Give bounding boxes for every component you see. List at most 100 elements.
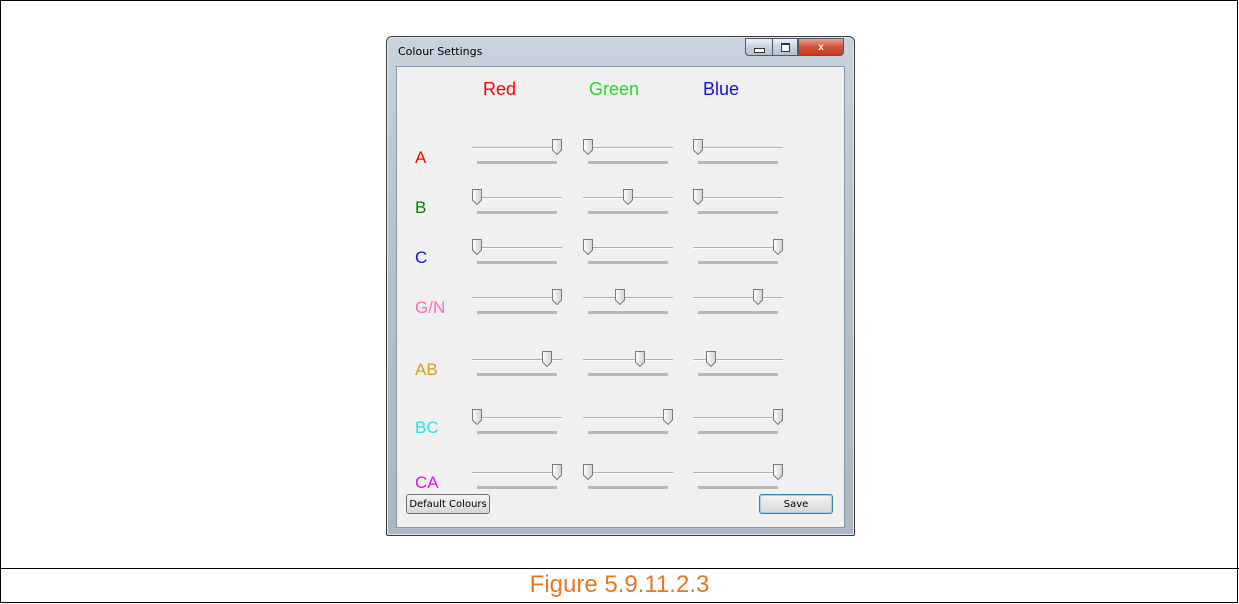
- slider-thumb[interactable]: [552, 289, 562, 306]
- slider-c-green[interactable]: [583, 239, 673, 265]
- slider-tick-bar: [698, 161, 778, 164]
- slider-ca-green[interactable]: [583, 464, 673, 490]
- dialog-client-area: Red Green Blue A B C G/N AB BC CA Default Colour…: [396, 66, 845, 528]
- slider-track: [693, 417, 783, 419]
- slider-a-blue[interactable]: [693, 139, 783, 165]
- slider-tick-bar: [698, 373, 778, 376]
- slider-track: [693, 147, 783, 149]
- slider-thumb[interactable]: [663, 409, 673, 426]
- slider-c-red[interactable]: [472, 239, 562, 265]
- default-colours-button[interactable]: Default Colours: [406, 494, 490, 514]
- slider-thumb[interactable]: [472, 239, 482, 256]
- slider-ab-blue[interactable]: [693, 351, 783, 377]
- slider-track: [583, 297, 673, 299]
- slider-thumb[interactable]: [583, 139, 593, 156]
- slider-thumb[interactable]: [773, 239, 783, 256]
- slider-a-red[interactable]: [472, 139, 562, 165]
- slider-track: [583, 359, 673, 361]
- slider-track: [693, 247, 783, 249]
- slider-ca-blue[interactable]: [693, 464, 783, 490]
- slider-bc-green[interactable]: [583, 409, 673, 435]
- slider-thumb[interactable]: [623, 189, 633, 206]
- slider-thumb[interactable]: [552, 464, 562, 481]
- slider-tick-bar: [588, 486, 668, 489]
- slider-bc-red[interactable]: [472, 409, 562, 435]
- slider-tick-bar: [588, 211, 668, 214]
- column-header-blue: Blue: [703, 79, 740, 99]
- slider-track: [472, 197, 562, 199]
- slider-thumb[interactable]: [552, 139, 562, 156]
- slider-thumb[interactable]: [472, 409, 482, 426]
- slider-thumb[interactable]: [773, 409, 783, 426]
- slider-track: [472, 417, 562, 419]
- slider-thumb[interactable]: [472, 189, 482, 206]
- slider-tick-bar: [477, 261, 557, 264]
- slider-track: [472, 472, 562, 474]
- slider-g-n-red[interactable]: [472, 289, 562, 315]
- slider-track: [693, 297, 783, 299]
- row-label-g-n: G/N: [415, 298, 446, 317]
- slider-tick-bar: [588, 161, 668, 164]
- row-label-a: A: [415, 148, 427, 167]
- caption-divider: [0, 568, 1239, 569]
- slider-track: [472, 297, 562, 299]
- minimize-button[interactable]: [745, 38, 772, 56]
- row-label-c: C: [415, 248, 428, 267]
- slider-tick-bar: [588, 261, 668, 264]
- slider-tick-bar: [698, 311, 778, 314]
- maximize-button[interactable]: [772, 38, 798, 56]
- slider-tick-bar: [477, 431, 557, 434]
- slider-track: [693, 472, 783, 474]
- slider-tick-bar: [698, 486, 778, 489]
- row-label-bc: BC: [415, 418, 439, 437]
- slider-g-n-blue[interactable]: [693, 289, 783, 315]
- slider-track: [583, 147, 673, 149]
- row-label-b: B: [415, 198, 427, 217]
- close-icon: x: [818, 41, 824, 53]
- row-label-ab: AB: [415, 360, 438, 379]
- slider-thumb[interactable]: [705, 351, 716, 368]
- slider-tick-bar: [588, 431, 668, 434]
- save-button[interactable]: Save: [759, 494, 833, 514]
- slider-tick-bar: [477, 373, 557, 376]
- slider-tick-bar: [698, 431, 778, 434]
- slider-a-green[interactable]: [583, 139, 673, 165]
- slider-tick-bar: [588, 373, 668, 376]
- slider-tick-bar: [588, 311, 668, 314]
- row-label-ca: CA: [415, 473, 439, 492]
- slider-ab-green[interactable]: [583, 351, 673, 377]
- slider-ab-red[interactable]: [472, 351, 562, 377]
- slider-tick-bar: [698, 211, 778, 214]
- slider-thumb[interactable]: [583, 464, 593, 481]
- title-bar[interactable]: Colour Settings x: [387, 37, 854, 65]
- column-header-red: Red: [483, 79, 517, 99]
- slider-c-blue[interactable]: [693, 239, 783, 265]
- slider-bc-blue[interactable]: [693, 409, 783, 435]
- slider-thumb[interactable]: [753, 289, 763, 306]
- slider-thumb[interactable]: [693, 189, 703, 206]
- slider-thumb[interactable]: [615, 289, 625, 306]
- close-button[interactable]: x: [798, 38, 844, 56]
- slider-ca-red[interactable]: [472, 464, 562, 490]
- slider-thumb[interactable]: [773, 464, 783, 481]
- slider-b-green[interactable]: [583, 189, 673, 215]
- slider-thumb[interactable]: [693, 139, 703, 156]
- slider-tick-bar: [477, 211, 557, 214]
- slider-track: [693, 197, 783, 199]
- slider-tick-bar: [477, 486, 557, 489]
- figure-caption: Figure 5.9.11.2.3: [529, 571, 710, 598]
- slider-tick-bar: [698, 261, 778, 264]
- slider-thumb[interactable]: [542, 351, 553, 368]
- slider-tick-bar: [477, 311, 557, 314]
- slider-b-blue[interactable]: [693, 189, 783, 215]
- slider-track: [583, 472, 673, 474]
- slider-track: [472, 147, 562, 149]
- slider-track: [472, 247, 562, 249]
- column-header-green: Green: [589, 79, 640, 99]
- slider-thumb[interactable]: [635, 351, 645, 368]
- window-title: Colour Settings: [398, 45, 483, 58]
- slider-thumb[interactable]: [583, 239, 593, 256]
- slider-track: [583, 247, 673, 249]
- slider-g-n-green[interactable]: [583, 289, 673, 315]
- slider-b-red[interactable]: [472, 189, 562, 215]
